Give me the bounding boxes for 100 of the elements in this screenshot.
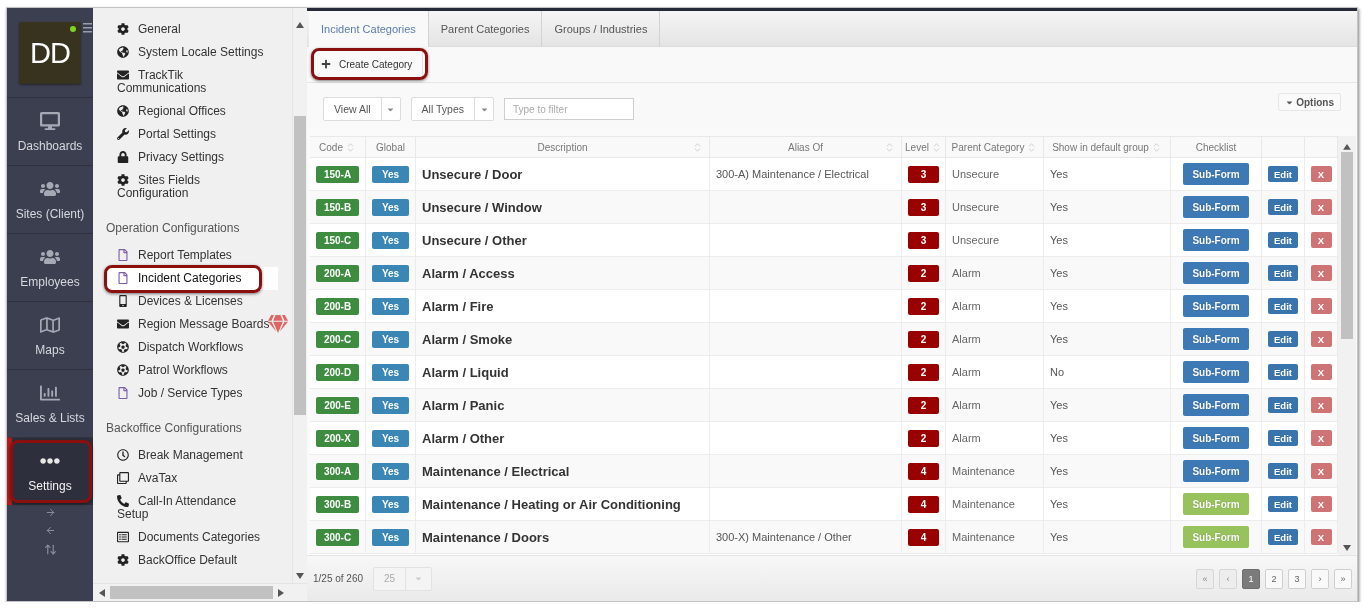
sub-form-button[interactable]: Sub-Form	[1183, 328, 1249, 350]
delete-button[interactable]: X	[1310, 364, 1332, 380]
column-header[interactable]: Code	[310, 137, 366, 157]
menu-item[interactable]: Incident Categories	[107, 267, 278, 290]
sub-form-button[interactable]: Sub-Form	[1183, 262, 1249, 284]
menu-item[interactable]: Regional Offices	[107, 100, 278, 123]
column-header[interactable]: Parent Category	[946, 137, 1044, 157]
menu-item[interactable]: Report Templates	[107, 244, 278, 267]
column-header[interactable]: Alias Of	[710, 137, 902, 157]
edit-button[interactable]: Edit	[1268, 199, 1298, 215]
sub-form-button[interactable]: Sub-Form	[1183, 196, 1249, 218]
scroll-right-icon[interactable]	[278, 588, 284, 597]
menu-item[interactable]: Sites Fields Configuration	[107, 169, 278, 205]
default-group-cell: Yes	[1044, 290, 1171, 322]
envelope-icon	[117, 69, 129, 81]
view-dropdown[interactable]: View All	[323, 97, 401, 121]
parent-category-cell: Maintenance	[946, 521, 1044, 553]
menu-item[interactable]: Privacy Settings	[107, 146, 278, 169]
parent-category-cell: Maintenance	[946, 488, 1044, 520]
delete-button[interactable]: X	[1310, 331, 1332, 347]
level-badge: 3	[908, 165, 939, 183]
tab[interactable]: Incident Categories	[309, 11, 429, 47]
delete-button[interactable]: X	[1310, 529, 1332, 545]
menu-item[interactable]: Job / Service Types	[107, 382, 278, 405]
menu-item[interactable]: Portal Settings	[107, 123, 278, 146]
menu-item[interactable]: Documents Categories	[107, 526, 278, 549]
scroll-left-icon[interactable]	[99, 588, 105, 597]
menu-item[interactable]: General	[107, 18, 278, 41]
column-header[interactable]: Level	[902, 137, 946, 157]
delete-button[interactable]: X	[1310, 232, 1332, 248]
edit-button[interactable]: Edit	[1268, 529, 1298, 545]
scroll-up-icon[interactable]	[296, 22, 304, 28]
menu-item[interactable]: Dispatch Workflows	[107, 336, 278, 359]
sub-form-button[interactable]: Sub-Form	[1183, 295, 1249, 317]
page-button[interactable]: 2	[1265, 568, 1283, 589]
menu-item[interactable]: TrackTik Communications	[107, 64, 278, 100]
page-button[interactable]: 1	[1242, 568, 1260, 589]
delete-button[interactable]: X	[1310, 298, 1332, 314]
delete-button[interactable]: X	[1310, 463, 1332, 479]
code-badge: 150-A	[316, 165, 359, 183]
menu-item[interactable]: Break Management	[107, 444, 278, 467]
level-badge: 2	[908, 264, 939, 282]
delete-button[interactable]: X	[1310, 166, 1332, 182]
edit-button[interactable]: Edit	[1268, 331, 1298, 347]
column-header[interactable]: Description	[416, 137, 710, 157]
edit-button[interactable]: Edit	[1268, 463, 1298, 479]
edit-button[interactable]: Edit	[1268, 364, 1298, 380]
sub-form-button[interactable]: Sub-Form	[1183, 427, 1249, 449]
edit-button[interactable]: Edit	[1268, 397, 1298, 413]
arrows-up-down-icon[interactable]	[43, 543, 57, 556]
default-group-cell: Yes	[1044, 422, 1171, 454]
edit-button[interactable]: Edit	[1268, 232, 1298, 248]
type-dropdown[interactable]: All Types	[410, 97, 494, 121]
default-group-cell: Yes	[1044, 488, 1171, 520]
menu-item[interactable]: BackOffice Default	[107, 549, 278, 572]
scrollbar[interactable]	[93, 583, 307, 601]
globe-icon	[117, 105, 129, 117]
scroll-down-icon[interactable]	[296, 573, 304, 579]
parent-category-cell: Alarm	[946, 323, 1044, 355]
menu-item[interactable]: Devices & Licenses	[107, 290, 278, 313]
column-header[interactable]: Show in default group	[1044, 137, 1171, 157]
menu-item[interactable]: Region Message Boards	[107, 313, 278, 336]
delete-button[interactable]: X	[1310, 430, 1332, 446]
code-badge: 300-B	[316, 495, 359, 513]
edit-button[interactable]: Edit	[1268, 166, 1298, 182]
scrollbar-thumb[interactable]	[294, 116, 306, 415]
menu-item[interactable]: System Locale Settings	[107, 41, 278, 64]
filter-input[interactable]: Type to filter	[504, 98, 634, 120]
level-badge: 2	[908, 363, 939, 381]
sub-form-button[interactable]: Sub-Form	[1183, 460, 1249, 482]
scrollbar[interactable]	[292, 8, 307, 583]
scroll-down-icon[interactable]	[1343, 545, 1351, 551]
delete-button[interactable]: X	[1310, 199, 1332, 215]
sub-form-button[interactable]: Sub-Form	[1183, 229, 1249, 251]
scrollbar[interactable]	[1338, 136, 1356, 555]
edit-button[interactable]: Edit	[1268, 298, 1298, 314]
sub-form-button[interactable]: Sub-Form	[1183, 394, 1249, 416]
page-button[interactable]: 3	[1288, 568, 1306, 589]
arrow-left-icon[interactable]	[44, 525, 56, 536]
sub-form-button[interactable]: Sub-Form	[1183, 361, 1249, 383]
arrow-right-icon[interactable]	[44, 507, 56, 518]
options-button[interactable]: Options	[1278, 93, 1341, 111]
delete-button[interactable]: X	[1310, 496, 1332, 512]
scrollbar-thumb[interactable]	[1341, 151, 1353, 339]
delete-button[interactable]: X	[1310, 397, 1332, 413]
menu-icon[interactable]	[83, 23, 92, 33]
edit-button[interactable]: Edit	[1268, 265, 1298, 281]
sub-form-button[interactable]: Sub-Form	[1183, 163, 1249, 185]
menu-item[interactable]: Patrol Workflows	[107, 359, 278, 382]
scrollbar-thumb[interactable]	[110, 586, 273, 599]
edit-button[interactable]: Edit	[1268, 430, 1298, 446]
page-button[interactable]: ›	[1311, 568, 1329, 589]
menu-item[interactable]: AvaTax	[107, 467, 278, 490]
global-badge: Yes	[372, 264, 409, 282]
parent-category-cell: Unsecure	[946, 224, 1044, 256]
delete-button[interactable]: X	[1310, 265, 1332, 281]
avatar[interactable]: DD	[19, 22, 81, 84]
page-button[interactable]: »	[1334, 568, 1352, 589]
menu-item[interactable]: Call-In Attendance Setup	[107, 490, 278, 526]
edit-button[interactable]: Edit	[1268, 496, 1298, 512]
